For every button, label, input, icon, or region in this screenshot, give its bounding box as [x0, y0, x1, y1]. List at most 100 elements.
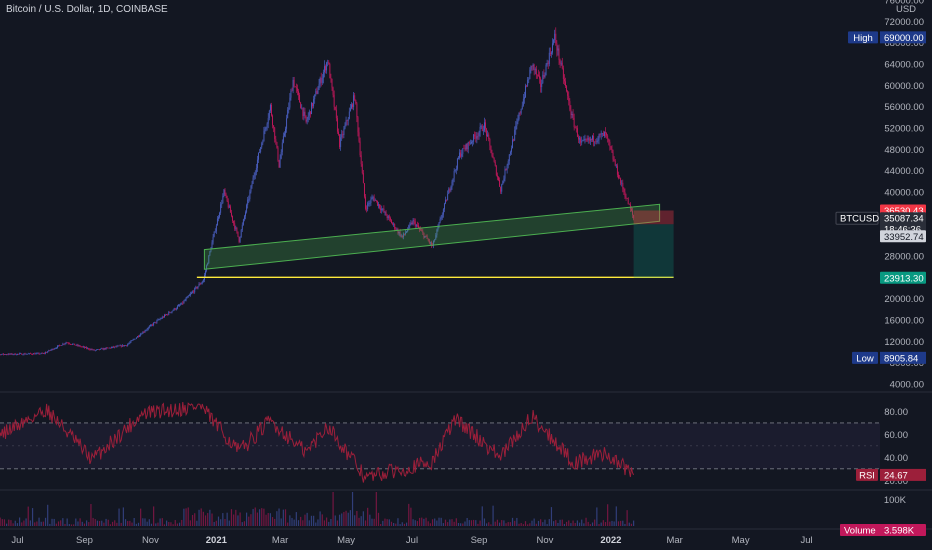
- candle-body: [26, 353, 28, 355]
- candle-body: [590, 138, 592, 140]
- candle-body: [568, 95, 570, 102]
- candle-body: [347, 118, 349, 122]
- candle-body: [175, 308, 177, 310]
- candle-body: [275, 139, 277, 142]
- candle-body: [242, 219, 244, 225]
- candle-body: [502, 181, 504, 185]
- volume-bar: [220, 519, 222, 526]
- volume-bar: [501, 520, 503, 526]
- target-tag-value: 23913.30: [884, 273, 924, 284]
- volume-bar: [410, 507, 412, 526]
- candle-body: [572, 113, 574, 118]
- volume-bar: [166, 520, 168, 526]
- volume-bar: [191, 515, 194, 526]
- candle-body: [504, 169, 506, 179]
- candle-body: [410, 222, 412, 225]
- candle-body: [517, 119, 519, 122]
- candle-body: [298, 91, 299, 95]
- candle-body: [158, 319, 160, 321]
- volume-bar: [436, 520, 438, 526]
- candle-body: [300, 102, 302, 109]
- volume-bar: [546, 524, 548, 526]
- volume-bar: [578, 522, 581, 526]
- volume-bar: [490, 524, 492, 526]
- candle-body: [192, 291, 194, 293]
- volume-bar: [323, 520, 326, 526]
- candle-body: [520, 108, 522, 114]
- candle-body: [547, 62, 549, 64]
- candle-body: [596, 140, 598, 142]
- symbol-label: BTCUSD: [840, 214, 879, 225]
- candle-body: [9, 353, 11, 355]
- volume-bar: [172, 524, 174, 526]
- volume-bar: [570, 523, 572, 526]
- volume-bar: [568, 520, 570, 526]
- candle-body: [79, 345, 81, 347]
- volume-bar: [598, 524, 600, 526]
- volume-bar: [369, 514, 371, 526]
- candle-body: [181, 302, 183, 305]
- candle-body: [622, 182, 624, 189]
- volume-bar: [178, 522, 181, 526]
- volume-bar: [628, 522, 630, 526]
- volume-bar: [505, 523, 507, 526]
- candle-body: [447, 193, 449, 201]
- ascending-channel[interactable]: [203, 203, 661, 270]
- stop-zone[interactable]: [633, 210, 674, 225]
- candle-body: [271, 104, 272, 116]
- volume-bar: [233, 514, 235, 526]
- candle-body: [246, 205, 248, 213]
- candle-body: [286, 118, 288, 129]
- candle-body: [567, 90, 569, 96]
- candle-body: [316, 91, 318, 94]
- candle-body: [289, 97, 291, 108]
- volume-bar: [217, 516, 220, 526]
- volume-bar: [248, 516, 250, 526]
- volume-bar: [380, 524, 382, 526]
- candle-body: [71, 344, 72, 345]
- candle-body: [415, 224, 417, 227]
- entry-tag: 33952.74: [880, 230, 926, 243]
- candle-body: [446, 199, 448, 201]
- candle-body: [197, 286, 199, 289]
- candle-body: [345, 120, 347, 126]
- target-zone[interactable]: [633, 224, 674, 278]
- candle-body: [490, 145, 492, 153]
- volume-bar: [107, 519, 109, 526]
- candle-body: [36, 353, 38, 354]
- symbol-tag: BTCUSD: [835, 211, 879, 225]
- candle-body: [213, 231, 215, 237]
- candle-body: [598, 134, 600, 140]
- candlestick-series[interactable]: [0, 27, 635, 356]
- volume-bar: [483, 518, 486, 526]
- volume-bar: [57, 521, 60, 526]
- volume-bar: [133, 517, 135, 526]
- volume-bar: [228, 520, 230, 526]
- candle-body: [594, 141, 596, 143]
- volume-bar: [321, 514, 323, 526]
- volume-bar: [533, 518, 535, 526]
- candle-body: [101, 348, 103, 350]
- candle-body: [253, 175, 255, 178]
- btc-chart[interactable]: USD76000.0072000.0068000.0064000.0060000…: [0, 0, 932, 550]
- candle-body: [561, 62, 563, 69]
- volume-bar: [343, 511, 345, 526]
- candle-body: [625, 196, 627, 199]
- volume-bar: [124, 519, 127, 526]
- candle-body: [587, 138, 589, 141]
- candle-body: [73, 343, 75, 345]
- candle-body: [119, 345, 121, 346]
- candle-body: [563, 79, 565, 82]
- candle-body: [532, 64, 534, 67]
- volume-bar: [198, 509, 200, 526]
- candle-body: [75, 345, 77, 346]
- candle-body: [599, 134, 601, 135]
- candle-body: [277, 147, 279, 161]
- candle-body: [54, 348, 56, 349]
- volume-bar: [278, 508, 280, 526]
- candle-body: [514, 130, 516, 141]
- candle-body: [441, 214, 443, 218]
- candle-body: [614, 160, 616, 166]
- candle-body: [260, 147, 262, 153]
- candle-body: [474, 134, 476, 137]
